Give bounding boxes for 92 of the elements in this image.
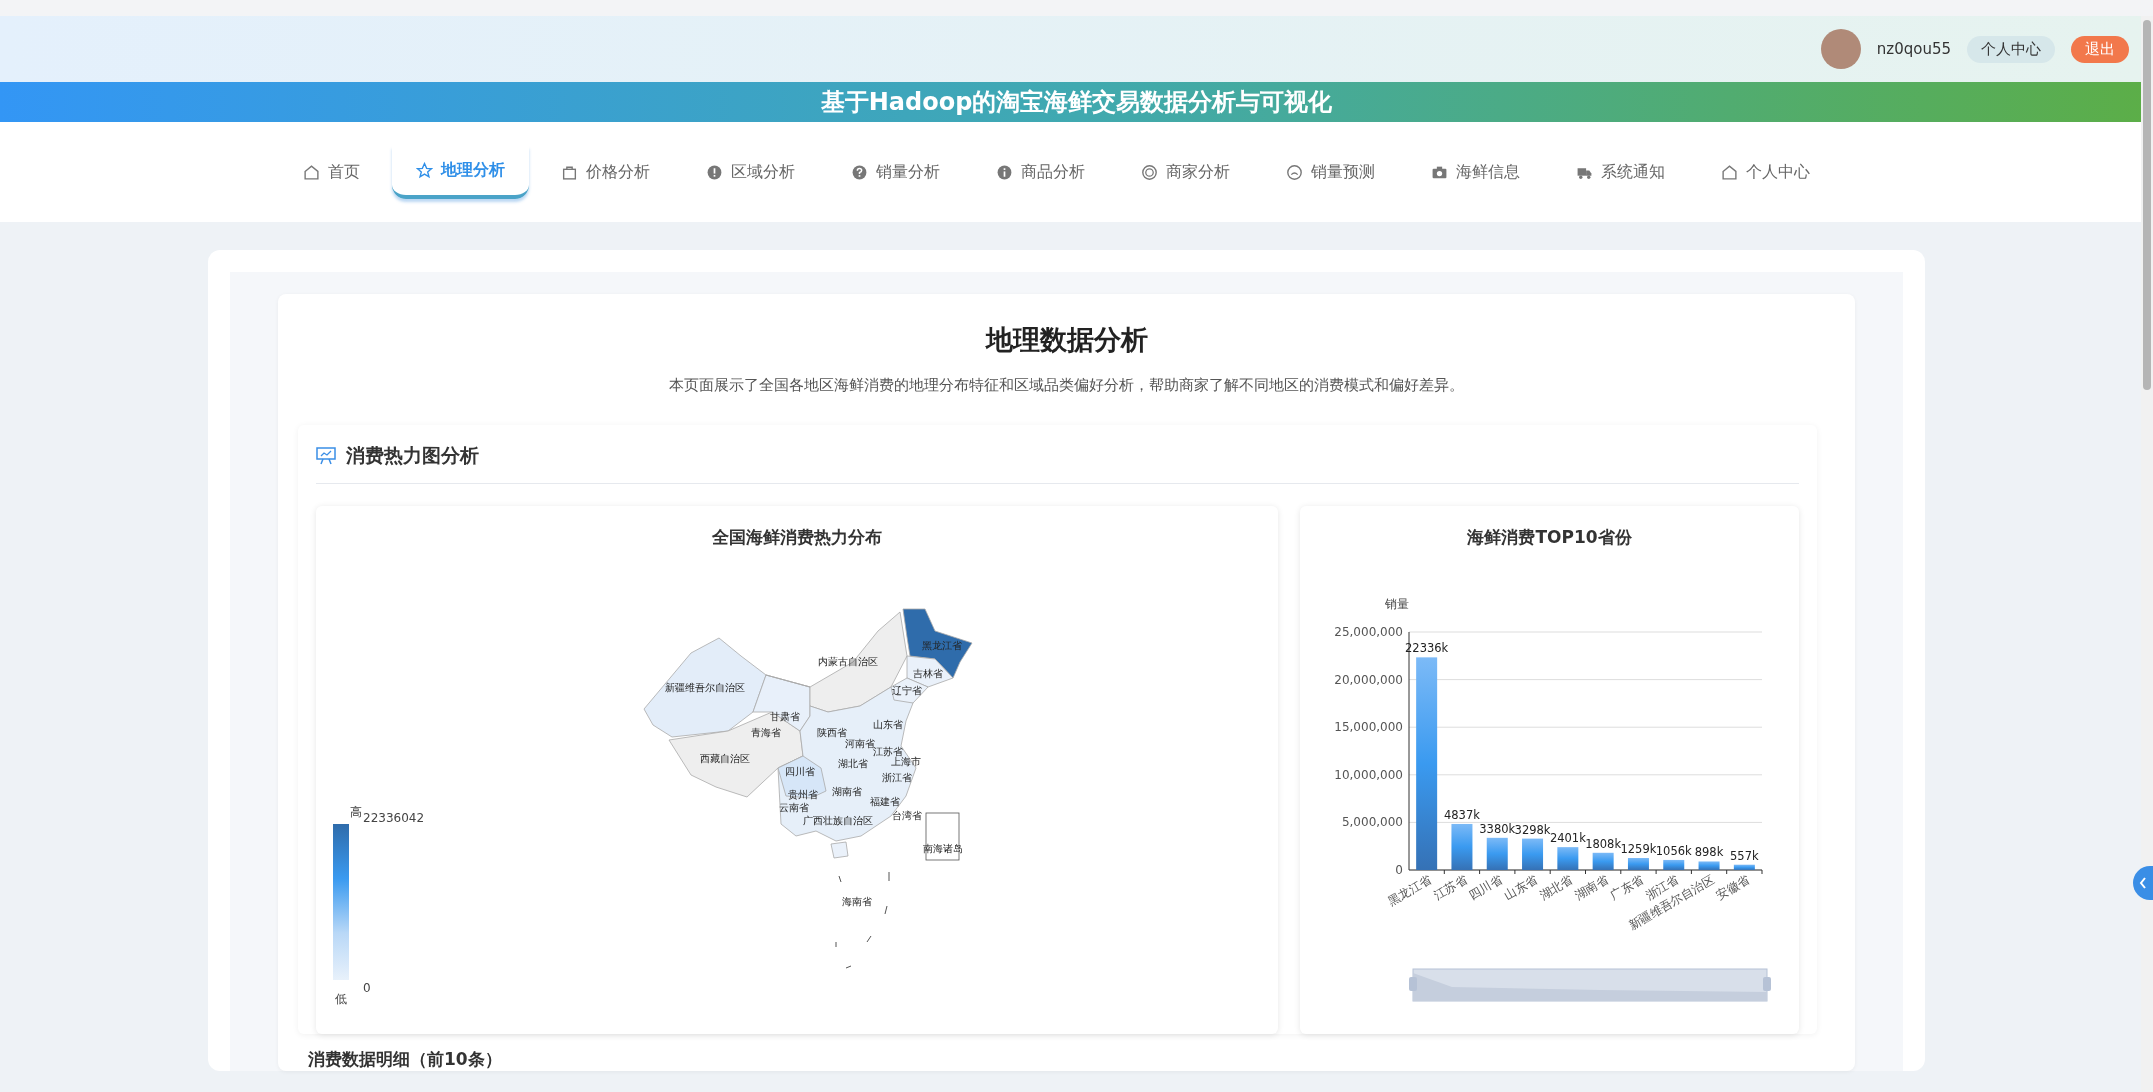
bar[interactable] (1522, 838, 1544, 870)
info-icon (996, 163, 1013, 181)
bar-value-label: 22336k (1405, 641, 1449, 656)
home-icon (1721, 163, 1738, 181)
province-label: 广西壮族自治区 (803, 815, 873, 826)
bar[interactable] (1451, 823, 1473, 870)
bar-value-label: 557k (1730, 848, 1759, 863)
province-label: 云南省 (779, 802, 809, 813)
nav-tab[interactable]: 商品分析 (972, 147, 1109, 197)
presentation-board-icon (316, 447, 336, 465)
province-label: 陕西省 (817, 727, 847, 738)
y-tick-label: 0 (1395, 863, 1404, 877)
province-label: 山东省 (873, 719, 903, 730)
username: nz0qou55 (1876, 40, 1951, 58)
bar-value-label: 3298k (1514, 822, 1551, 837)
bag-icon (561, 163, 578, 181)
page-title: 地理数据分析 (984, 323, 1149, 357)
x-tick-label: 湖南省 (1572, 872, 1611, 903)
bar-value-label: 4837k (1444, 807, 1481, 822)
y-tick-label: 5,000,000 (1342, 815, 1404, 830)
province-label: 江苏省 (873, 746, 903, 757)
province-label: 台湾省 (892, 810, 922, 821)
chart-title: 海鲜消费TOP10省份 (1467, 526, 1632, 549)
legend-gradient-bar[interactable] (333, 824, 349, 980)
y-tick-label: 20,000,000 (1334, 672, 1404, 687)
province-label: 甘肃省 (770, 711, 800, 722)
bar-value-label: 2401k (1550, 831, 1586, 846)
bar-value-label: 1259k (1620, 842, 1657, 856)
province-label: 内蒙古自治区 (818, 656, 878, 667)
bar-value-label: 1056k (1655, 843, 1692, 858)
bar[interactable] (1592, 852, 1614, 870)
bar[interactable] (1486, 837, 1508, 870)
province-label: 西藏自治区 (700, 753, 750, 764)
nav-tab[interactable]: 区域分析 (682, 147, 819, 197)
bar[interactable] (1557, 847, 1579, 870)
page-description: 本页面展示了全国各地区海鲜消费的地理分布特征和区域品类偏好分析，帮助商家了解不同地区的消费模式和偏好差异。 (668, 376, 1465, 395)
bar[interactable] (1628, 858, 1650, 870)
nav-tab[interactable]: 价格分析 (537, 147, 674, 197)
zoom-slider-drawing[interactable] (1409, 968, 1772, 1002)
y-tick-label: 25,000,000 (1334, 625, 1404, 639)
legend-high-label: 高 (350, 805, 362, 819)
nav-tab[interactable]: 地理分析 (392, 145, 529, 199)
nav-tab[interactable]: 首页 (279, 147, 384, 197)
province-label: 河南省 (845, 738, 875, 749)
scrollbar[interactable] (2141, 16, 2153, 1092)
axis-title: 销量 (1385, 597, 1410, 611)
legend-max-value: 22336042 (363, 811, 425, 825)
province-label: 贵州省 (788, 789, 818, 800)
section-title: 消费热力图分析 (346, 443, 479, 468)
alert-icon (706, 163, 723, 181)
avatar-icon[interactable] (1820, 29, 1861, 69)
province-label: 福建省 (870, 796, 900, 807)
chart-title: 全国海鲜消费热力分布 (712, 526, 883, 549)
chevron-left-icon (2138, 876, 2148, 890)
profile-button[interactable]: 个人中心 (1967, 35, 2055, 63)
y-tick-label: 10,000,000 (1334, 767, 1404, 782)
collapse-button[interactable] (2133, 866, 2153, 900)
bar[interactable] (1663, 859, 1685, 870)
legend-min-value: 0 (363, 981, 371, 995)
nav-tab[interactable]: 销量分析 (827, 147, 964, 197)
bar[interactable] (1698, 861, 1720, 870)
province-label: 海南省 (842, 896, 872, 907)
bar-value-label: 1808k (1585, 836, 1622, 851)
province-label: 湖南省 (832, 786, 862, 797)
province-label: 新疆维吾尔自治区 (665, 682, 745, 693)
details-title: 消费数据明细（前10条） (307, 1048, 503, 1071)
star-icon (416, 161, 433, 179)
province-label: 辽宁省 (892, 685, 922, 696)
province-label: 吉林省 (913, 668, 943, 679)
bar[interactable] (1734, 864, 1755, 870)
nav-tab[interactable]: 系统通知 (1552, 147, 1689, 197)
site-title: 基于Hadoop的淘宝海鲜交易数据分析与可视化 (820, 87, 1333, 118)
nav-tab[interactable]: 个人中心 (1697, 147, 1834, 197)
y-tick-label: 15,000,000 (1334, 720, 1404, 735)
province-label: 黑龙江省 (922, 640, 962, 651)
help-icon (851, 163, 868, 181)
nav-tab[interactable]: 商家分析 (1117, 147, 1254, 197)
province-label: 南海诸岛 (923, 843, 963, 854)
province-label: 青海省 (751, 727, 781, 738)
nav-tab[interactable]: 海鲜信息 (1407, 147, 1544, 197)
province-label: 浙江省 (882, 772, 912, 783)
bar-value-label: 898k (1694, 845, 1724, 860)
province-label: 四川省 (785, 766, 815, 777)
home-icon (303, 163, 320, 181)
bar[interactable] (1416, 657, 1438, 870)
x-tick-label: 安徽省 (1713, 872, 1752, 903)
face-icon (1286, 163, 1303, 181)
bar-value-label: 3380k (1479, 821, 1516, 836)
province-label: 上海市 (891, 756, 921, 767)
province-label: 湖北省 (838, 758, 868, 769)
legend-low-label: 低 (335, 992, 347, 1006)
nav-tab[interactable]: 销量预测 (1262, 147, 1399, 197)
